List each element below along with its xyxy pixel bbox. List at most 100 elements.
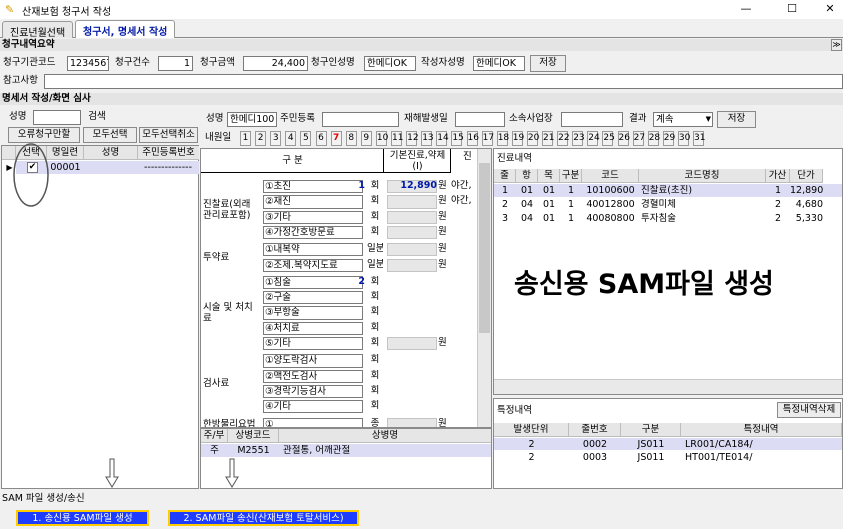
first-visit-amount[interactable]: 12,890: [387, 180, 437, 192]
left-name-input[interactable]: [33, 110, 81, 125]
fee-item[interactable]: ①침술: [263, 275, 363, 290]
visit-day-18[interactable]: 18: [496, 131, 509, 146]
workplace-field[interactable]: [561, 112, 623, 127]
visit-day-3[interactable]: 3: [270, 131, 282, 146]
special-delete-button[interactable]: 특정내역삭제: [777, 402, 841, 418]
fee-amount-box[interactable]: [387, 337, 437, 351]
visit-day-10[interactable]: 10: [375, 131, 388, 146]
fee-item[interactable]: ②맥전도검사: [263, 369, 363, 383]
agency-code-field[interactable]: 1234567: [67, 56, 109, 71]
fee-scrollbar[interactable]: [477, 149, 491, 427]
fee-item[interactable]: ①양도락검사: [263, 354, 363, 368]
maximize-button[interactable]: ☐: [782, 1, 802, 17]
visit-day-7[interactable]: 7: [330, 131, 342, 146]
fee-amount-box[interactable]: [387, 225, 437, 240]
memo-field[interactable]: [44, 74, 843, 89]
sp-cell-unit: 2: [528, 439, 535, 450]
visit-day-8[interactable]: 8: [345, 131, 357, 146]
visit-day-1[interactable]: 1: [240, 131, 251, 146]
dx-col-name: 상병명: [279, 429, 491, 443]
visit-day-27[interactable]: 27: [632, 131, 645, 146]
fee-item[interactable]: ②조제.복약지도료: [263, 258, 363, 272]
deselect-all-button[interactable]: 모두선택취소: [139, 127, 198, 143]
tab-month-select[interactable]: 진료년월선택: [2, 21, 74, 39]
minimize-button[interactable]: —: [736, 1, 756, 17]
tx-cell-hang: 04: [520, 213, 534, 224]
patient-save-button[interactable]: 저장: [717, 111, 756, 128]
fee-amount-box[interactable]: [387, 258, 437, 272]
visit-days-label: 내원일: [205, 132, 232, 143]
visit-day-6[interactable]: 6: [315, 131, 327, 146]
treatment-hscrollbar[interactable]: [494, 379, 842, 394]
fee-item[interactable]: ④처치료: [263, 321, 363, 335]
visit-day-31[interactable]: 31: [693, 131, 705, 146]
fee-amount-box[interactable]: [387, 417, 437, 427]
claimant-name-field[interactable]: 한메디OK: [364, 56, 416, 71]
search-button[interactable]: 검색: [83, 110, 111, 126]
patient-name-field[interactable]: 한메디100: [227, 112, 277, 127]
fee-amount-box[interactable]: [387, 210, 437, 224]
visit-day-26[interactable]: 26: [617, 131, 630, 146]
fee-item[interactable]: ②구술: [263, 291, 363, 305]
visit-day-16[interactable]: 16: [466, 131, 479, 146]
close-button[interactable]: ✕: [820, 1, 840, 17]
create-sam-file-button[interactable]: 1. 송신용 SAM파일 생성: [16, 510, 149, 526]
error-claim-button[interactable]: 오류청구만할: [8, 127, 80, 143]
collapse-icon[interactable]: ≫: [831, 39, 842, 51]
accident-date-field[interactable]: [455, 112, 505, 127]
result-select[interactable]: 계속 ▼: [653, 112, 713, 127]
down-arrow-icon: [105, 458, 119, 488]
author-name-field[interactable]: 한메디OK: [473, 56, 525, 71]
fee-item[interactable]: ①: [263, 417, 363, 427]
visit-day-11[interactable]: 11: [391, 131, 403, 146]
claim-amount-field[interactable]: 24,400: [243, 56, 308, 71]
visit-day-4[interactable]: 4: [285, 131, 297, 146]
fee-item[interactable]: ①초진: [263, 180, 363, 194]
fee-item[interactable]: ①내복약: [263, 243, 363, 257]
fee-scroll-thumb[interactable]: [479, 163, 490, 333]
visit-day-12[interactable]: 12: [406, 131, 419, 146]
tx-col: 단가: [790, 169, 823, 183]
summary-save-button[interactable]: 저장: [530, 55, 566, 72]
fee-item[interactable]: ③경락기능검사: [263, 384, 363, 399]
fee-item[interactable]: ③기타: [263, 210, 363, 224]
fee-item[interactable]: ③부항술: [263, 306, 363, 320]
fee-item[interactable]: ⑤기타: [263, 337, 363, 351]
send-sam-file-button[interactable]: 2. SAM파일 송신(산재보험 토탈서비스): [168, 510, 359, 526]
fee-amount-box[interactable]: [387, 195, 437, 209]
visit-day-29[interactable]: 29: [662, 131, 675, 146]
fee-item[interactable]: ②재진: [263, 195, 363, 209]
detail-section-title: 명세서 작성/화면 심사: [0, 93, 843, 105]
visit-day-25[interactable]: 25: [602, 131, 615, 146]
fee-won: 원: [438, 210, 447, 222]
visit-day-23[interactable]: 23: [572, 131, 585, 146]
tx-cell-price: 5,330: [795, 213, 823, 224]
visit-day-2[interactable]: 2: [255, 131, 267, 146]
visit-day-21[interactable]: 21: [542, 131, 554, 146]
visit-day-28[interactable]: 28: [647, 131, 660, 146]
acupuncture-count[interactable]: 2: [351, 276, 365, 288]
sp-cell-detail: LR001/CA184/: [685, 439, 753, 450]
select-all-button[interactable]: 모두선택: [83, 127, 137, 143]
claim-count-field[interactable]: 1: [158, 56, 193, 71]
tab-claim-write[interactable]: 청구서, 명세서 작성: [75, 20, 176, 38]
fee-group-label: 한방물리요법: [203, 418, 256, 428]
visit-day-5[interactable]: 5: [300, 131, 312, 146]
visit-day-9[interactable]: 9: [360, 131, 372, 146]
visit-day-19[interactable]: 19: [511, 131, 524, 146]
visit-day-15[interactable]: 15: [451, 131, 464, 146]
visit-day-20[interactable]: 20: [526, 131, 539, 146]
visit-day-17[interactable]: 17: [481, 131, 494, 146]
visit-day-24[interactable]: 24: [587, 131, 600, 146]
first-visit-count[interactable]: 1: [351, 180, 365, 192]
fee-item[interactable]: ④기타: [263, 400, 363, 414]
visit-day-30[interactable]: 30: [677, 131, 690, 146]
dx-code: M2551: [237, 445, 270, 456]
visit-day-22[interactable]: 22: [557, 131, 570, 146]
rrn-field[interactable]: [322, 112, 399, 127]
fee-item[interactable]: ④가정간호방문료: [263, 225, 363, 240]
visit-day-13[interactable]: 13: [421, 131, 434, 146]
left-name-label: 성명: [9, 111, 27, 122]
fee-amount-box[interactable]: [387, 243, 437, 257]
visit-day-14[interactable]: 14: [436, 131, 449, 146]
